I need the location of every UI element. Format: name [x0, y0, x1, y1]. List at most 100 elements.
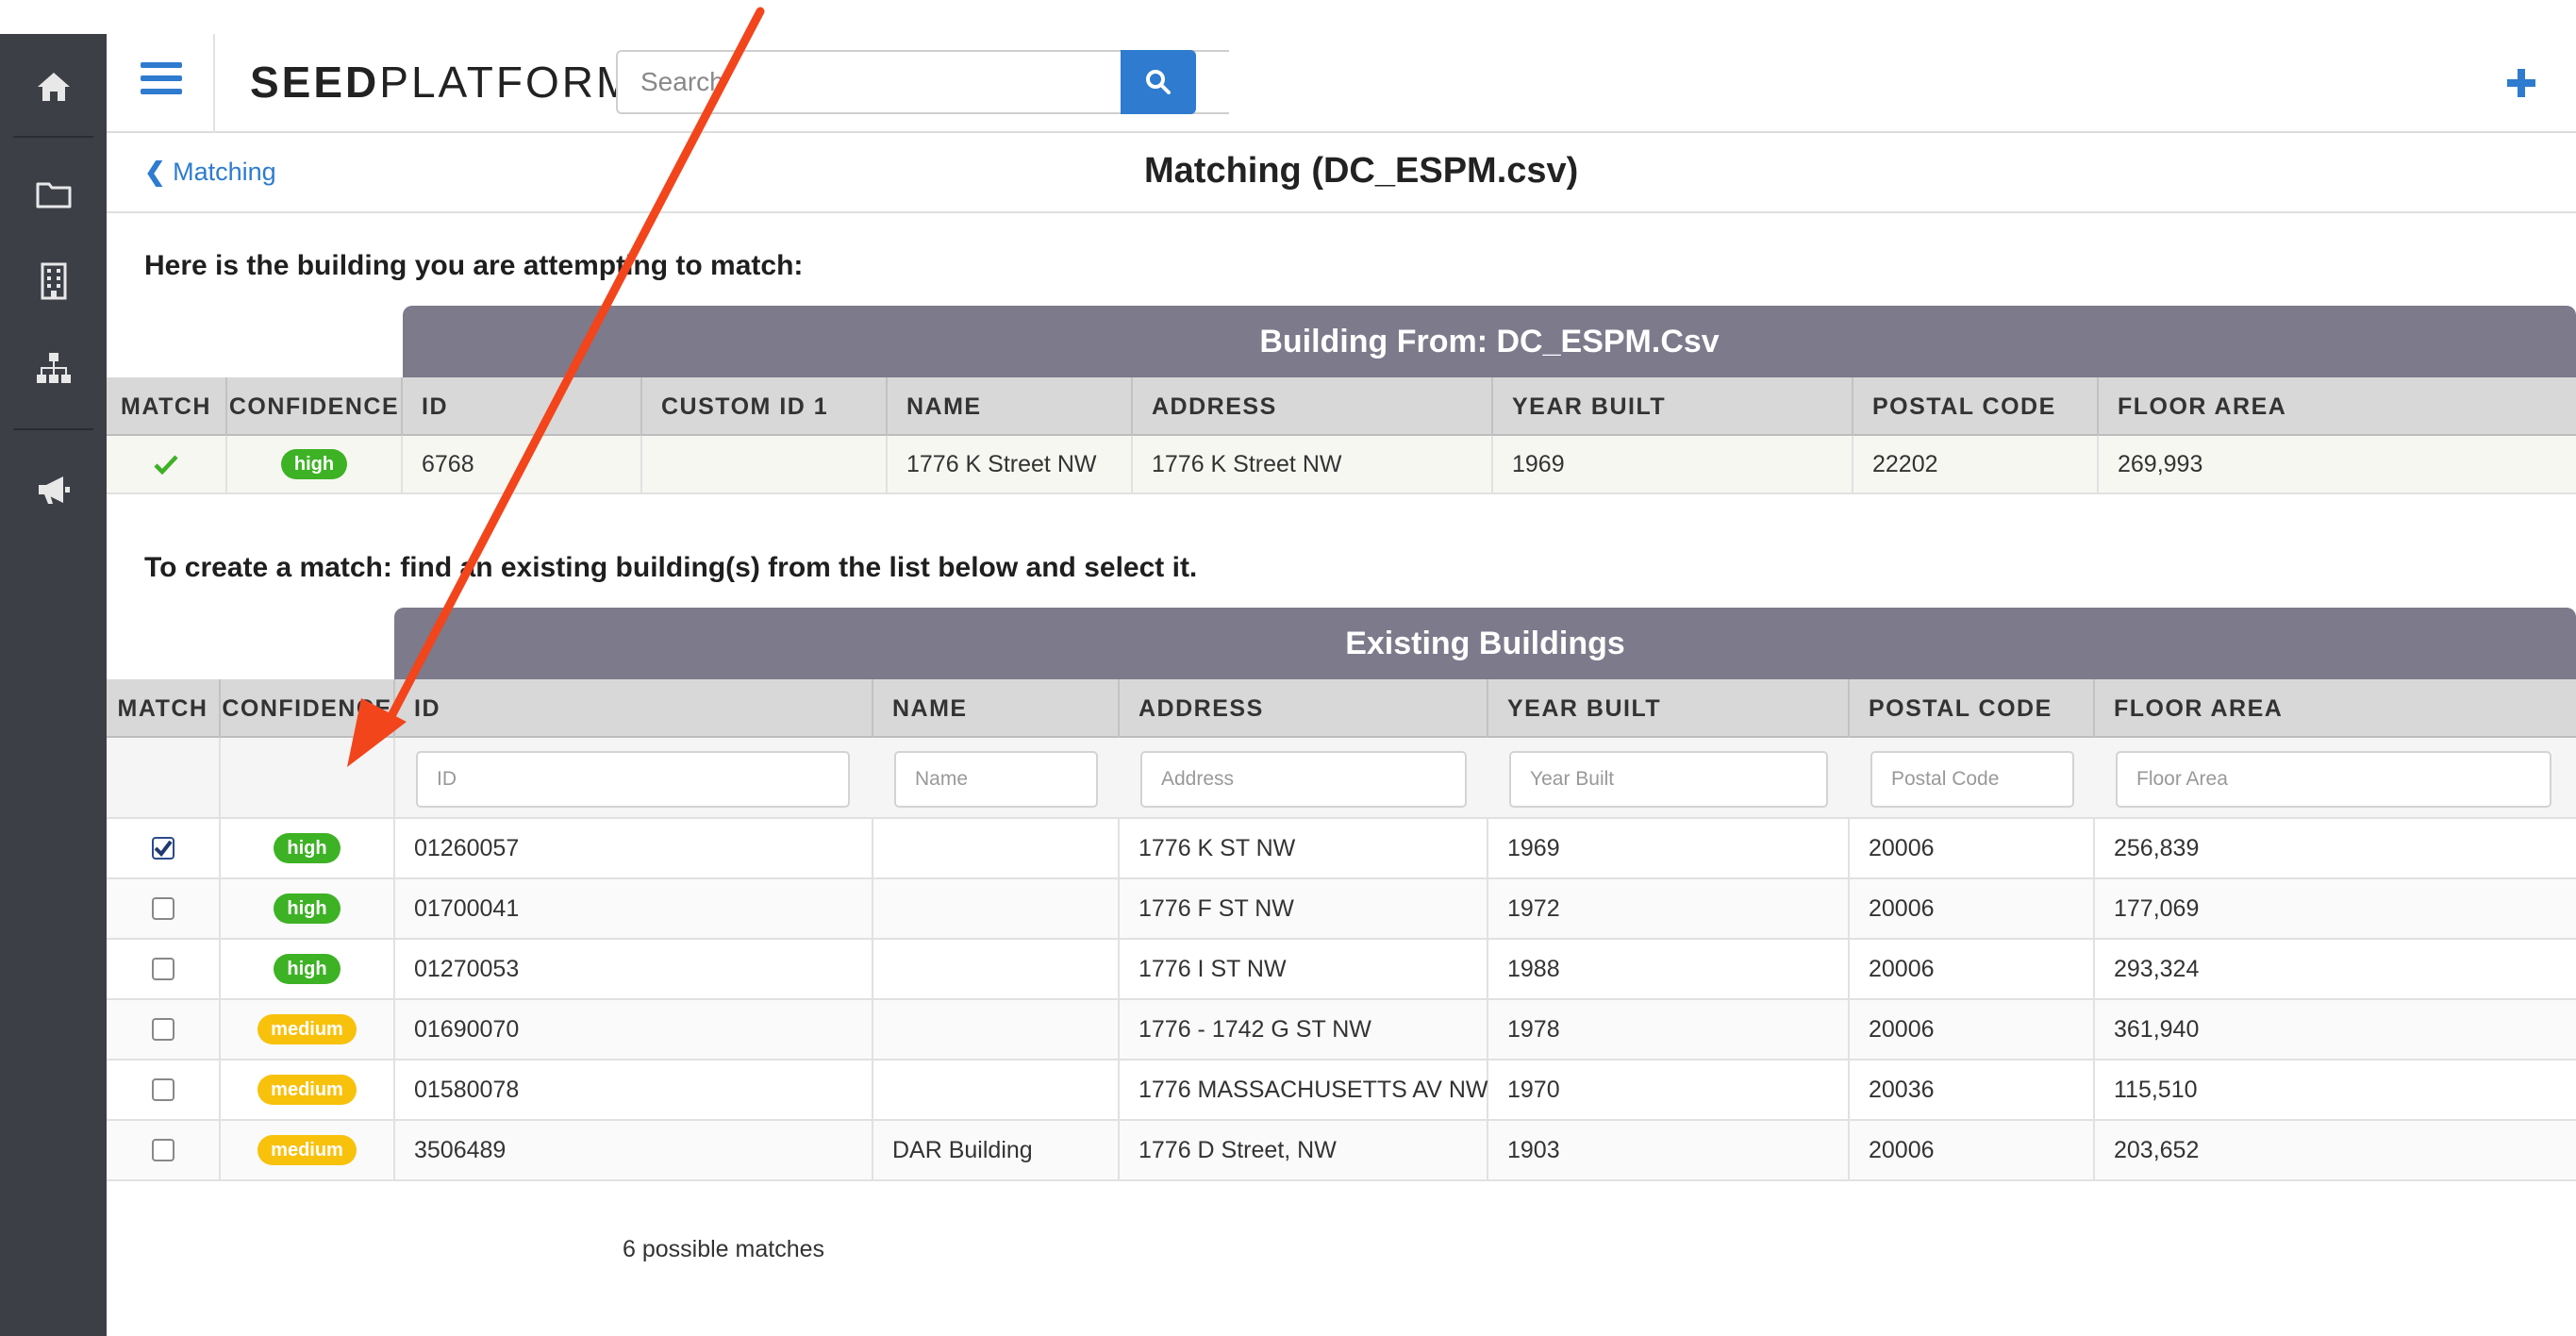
col-year-built[interactable]: YEAR BUILT	[1488, 679, 1850, 738]
col-floor-area[interactable]: FLOOR AREA	[2095, 679, 2576, 738]
page-title: Matching (DC_ESPM.csv)	[1144, 151, 1579, 191]
cell-name	[873, 1000, 1120, 1059]
search-button[interactable]	[1121, 50, 1196, 114]
cell-name	[873, 940, 1120, 998]
search-icon	[1146, 70, 1171, 94]
cell-name: 1776 K Street NW	[888, 436, 1133, 493]
filter-address-input[interactable]	[1140, 751, 1467, 808]
col-confidence[interactable]: CONFIDENCE	[221, 679, 395, 738]
cell-floor-area: 203,652	[2114, 1136, 2200, 1163]
col-id[interactable]: ID	[403, 377, 642, 436]
cell-address: 1776 K ST NW	[1120, 819, 1488, 877]
source-table-banner: Building From: DC_ESPM.Csv	[403, 306, 2576, 377]
table-row[interactable]: medium 3506489 DAR Building 1776 D Street, …	[107, 1121, 2576, 1181]
menu-toggle-icon[interactable]	[141, 62, 182, 104]
source-instruction: Here is the building you are attempting …	[144, 250, 804, 281]
filter-floor-area-input[interactable]	[2116, 751, 2551, 808]
cell-custom-id	[642, 436, 888, 493]
match-checkbox[interactable]	[151, 837, 175, 860]
cell-year-built: 1970	[1488, 1060, 1850, 1119]
cell-floor-area: 293,324	[2114, 955, 2200, 982]
cell-postal-code: 20006	[1850, 819, 2095, 877]
col-address[interactable]: ADDRESS	[1133, 377, 1493, 436]
match-checkbox[interactable]	[151, 1139, 175, 1161]
match-check-icon	[107, 436, 227, 493]
brand-logo: SEEDPLATFORM	[250, 58, 636, 107]
col-name[interactable]: NAME	[888, 377, 1133, 436]
cell-year-built: 1978	[1488, 1000, 1850, 1059]
col-custom-id[interactable]: CUSTOM ID 1	[642, 377, 888, 436]
cell-year-built: 1969	[1493, 436, 1853, 493]
page-subheader: ❮ Matching Matching (DC_ESPM.csv)	[107, 135, 2576, 213]
col-postal-code[interactable]: POSTAL CODE	[1853, 377, 2099, 436]
cell-id: 01700041	[395, 879, 873, 938]
folder-icon[interactable]	[0, 157, 107, 232]
table-row[interactable]: high 01260057 1776 K ST NW 1969 20006 256,839	[107, 819, 2576, 879]
col-match[interactable]: MATCH	[107, 679, 221, 738]
match-checkbox[interactable]	[151, 897, 175, 920]
cell-name	[873, 879, 1120, 938]
cell-id: 01580078	[395, 1060, 873, 1119]
existing-instruction: To create a match: find an existing buil…	[144, 552, 1198, 583]
building-icon[interactable]	[0, 243, 107, 319]
cell-address: 1776 F ST NW	[1120, 879, 1488, 938]
match-count: 6 possible matches	[623, 1236, 825, 1262]
table-row[interactable]: high 01700041 1776 F ST NW 1972 20006 177,069	[107, 879, 2576, 940]
cell-floor-area: 115,510	[2114, 1076, 2198, 1103]
col-name[interactable]: NAME	[873, 679, 1120, 738]
col-address[interactable]: ADDRESS	[1120, 679, 1488, 738]
confidence-badge: high	[274, 833, 341, 863]
confidence-badge: high	[274, 893, 341, 924]
cell-postal-code: 22202	[1853, 436, 2099, 493]
table-row[interactable]: high 01270053 1776 I ST NW 1988 20006 293,324	[107, 940, 2576, 1000]
chevron-left-icon: ❮	[144, 158, 166, 186]
match-checkbox[interactable]	[151, 1078, 175, 1101]
home-icon[interactable]	[0, 49, 107, 125]
cell-year-built: 1988	[1488, 940, 1850, 998]
col-id[interactable]: ID	[395, 679, 873, 738]
filter-postal-code-input[interactable]	[1870, 751, 2074, 808]
add-button[interactable]	[2493, 55, 2550, 111]
cell-postal-code: 20006	[1850, 879, 2095, 938]
filter-row	[107, 738, 2576, 819]
existing-table-banner: Existing Buildings	[394, 608, 2576, 679]
filter-name-input[interactable]	[894, 751, 1098, 808]
confidence-badge: medium	[258, 1014, 357, 1044]
source-row: high 6768 1776 K Street NW 1776 K Street…	[107, 436, 2576, 494]
cell-postal-code: 20006	[1850, 940, 2095, 998]
confidence-badge: medium	[258, 1135, 357, 1165]
cell-id: 6768	[403, 436, 642, 493]
megaphone-icon[interactable]	[0, 452, 107, 527]
cell-floor-area: 177,069	[2114, 894, 2200, 922]
cell-address: 1776 - 1742 G ST NW	[1120, 1000, 1488, 1059]
top-header: SEEDPLATFORM	[107, 34, 2576, 133]
cell-address: 1776 K Street NW	[1133, 436, 1493, 493]
back-link-matching[interactable]: ❮ Matching	[144, 158, 276, 187]
col-match[interactable]: MATCH	[107, 377, 227, 436]
plus-icon	[2507, 69, 2535, 97]
back-link-label: Matching	[173, 158, 276, 186]
col-confidence[interactable]: CONFIDENCE	[227, 377, 403, 436]
source-table-header: MATCH CONFIDENCE ID CUSTOM ID 1 NAME ADD…	[107, 377, 2576, 436]
cell-floor-area: 269,993	[2118, 450, 2203, 477]
confidence-badge: high	[280, 449, 348, 479]
col-floor-area[interactable]: FLOOR AREA	[2099, 377, 2576, 436]
match-checkbox[interactable]	[151, 1018, 175, 1041]
cell-name	[873, 1060, 1120, 1119]
cell-postal-code: 20036	[1850, 1060, 2095, 1119]
sitemap-icon[interactable]	[0, 330, 107, 406]
table-row[interactable]: medium 01690070 1776 - 1742 G ST NW 1978 200…	[107, 1000, 2576, 1060]
col-year-built[interactable]: YEAR BUILT	[1493, 377, 1853, 436]
cell-name: DAR Building	[873, 1121, 1120, 1179]
cell-id: 01260057	[395, 819, 873, 877]
cell-address: 1776 D Street, NW	[1120, 1121, 1488, 1179]
cell-floor-area: 361,940	[2114, 1015, 2200, 1043]
filter-year-built-input[interactable]	[1509, 751, 1828, 808]
table-row[interactable]: medium 01580078 1776 MASSACHUSETTS AV NW 19…	[107, 1060, 2576, 1121]
cell-address: 1776 MASSACHUSETTS AV NW	[1120, 1060, 1488, 1119]
match-checkbox[interactable]	[151, 958, 175, 980]
filter-id-input[interactable]	[416, 751, 850, 808]
col-postal-code[interactable]: POSTAL CODE	[1850, 679, 2095, 738]
cell-id: 01690070	[395, 1000, 873, 1059]
cell-year-built: 1969	[1488, 819, 1850, 877]
